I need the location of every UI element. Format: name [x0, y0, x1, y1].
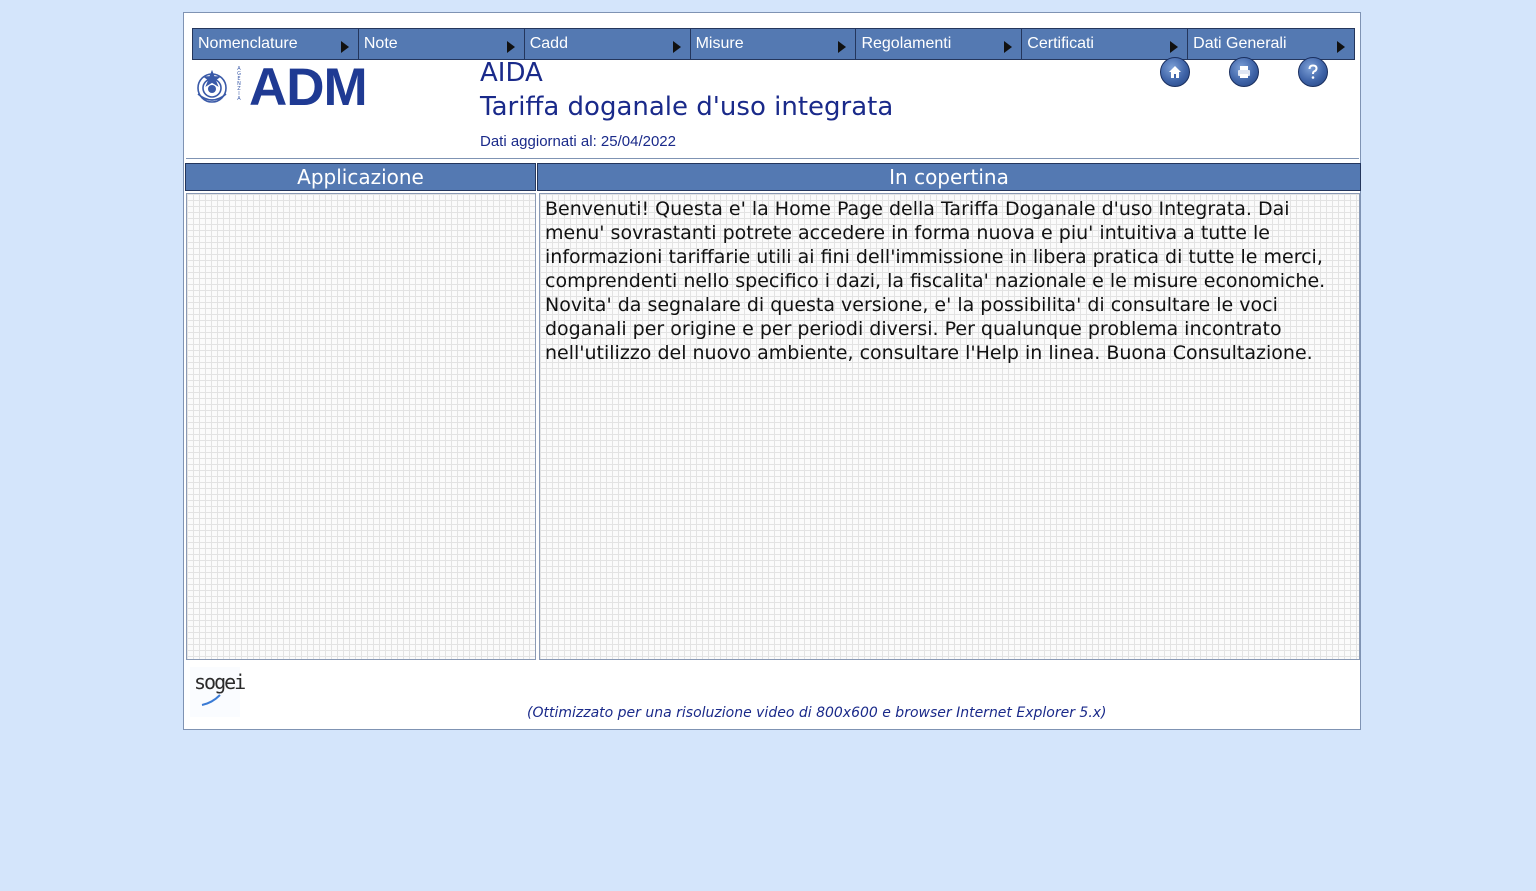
menu-item-label: Cadd	[529, 35, 568, 52]
print-icon	[1238, 66, 1250, 78]
sogei-logo: sogei	[194, 670, 246, 694]
menu-item-label: Regolamenti	[861, 35, 952, 52]
update-date: Dati aggiornati al: 25/04/2022	[480, 133, 676, 150]
submenu-arrow-icon	[1004, 41, 1013, 53]
home-button[interactable]	[1160, 57, 1190, 87]
submenu-arrow-icon	[838, 41, 847, 53]
section-header-applicazione: Applicazione	[185, 163, 536, 191]
app-name: AIDA	[480, 58, 543, 88]
section-header-in-copertina: In copertina	[537, 163, 1361, 191]
menu-item-regolamenti[interactable]: Regolamenti	[856, 29, 1023, 59]
menu-item-label: Dati Generali	[1193, 35, 1287, 52]
sogei-swoosh-icon	[201, 694, 221, 706]
menu-bar: Nomenclature Note Cadd Misure Regolament…	[192, 28, 1355, 60]
menu-item-label: Misure	[695, 35, 744, 52]
adm-logo: ADM	[249, 58, 368, 117]
submenu-arrow-icon	[1337, 41, 1346, 53]
home-icon	[1169, 66, 1181, 78]
submenu-arrow-icon	[506, 41, 515, 53]
submenu-arrow-icon	[1170, 41, 1179, 53]
menu-item-cadd[interactable]: Cadd	[525, 29, 691, 59]
page-title: Tariffa doganale d'uso integrata	[480, 92, 894, 122]
menu-item-nomenclature[interactable]: Nomenclature	[193, 29, 359, 59]
menu-item-dati-generali[interactable]: Dati Generali	[1188, 29, 1354, 59]
print-button[interactable]	[1229, 57, 1259, 87]
menu-item-note[interactable]: Note	[359, 29, 525, 59]
footer-note: (Ottimizzato per una risoluzione video d…	[527, 705, 1107, 721]
republic-emblem-icon	[193, 66, 231, 112]
submenu-arrow-icon	[672, 41, 681, 53]
menu-item-label: Note	[363, 35, 398, 52]
menu-item-label: Certificati	[1027, 35, 1094, 52]
menu-item-label: Nomenclature	[198, 35, 298, 52]
application-panel	[186, 193, 536, 660]
submenu-arrow-icon	[340, 41, 349, 53]
help-button[interactable]	[1298, 57, 1328, 87]
menu-item-certificati[interactable]: Certificati	[1022, 29, 1189, 59]
agency-small-label: AGENZIA	[236, 66, 242, 101]
welcome-message: Benvenuti! Questa e' la Home Page della …	[545, 198, 1326, 364]
menu-item-misure[interactable]: Misure	[691, 29, 857, 59]
help-icon	[1308, 64, 1318, 79]
